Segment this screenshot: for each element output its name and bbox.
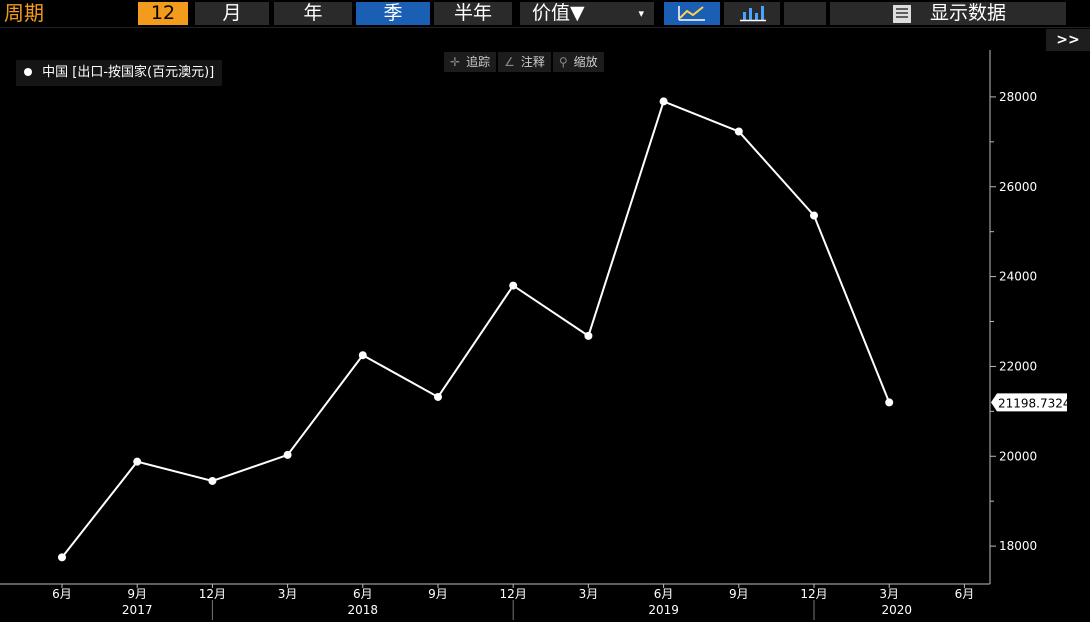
value-dropdown-label: 价值▼ — [532, 2, 585, 24]
expand-button[interactable]: >> — [1046, 29, 1090, 51]
data-point — [584, 331, 593, 340]
show-data-button[interactable]: 显示数据 — [830, 2, 1066, 25]
bar-chart-button[interactable] — [724, 2, 780, 25]
x-tick-label: 12月 — [800, 587, 827, 601]
line-chart-button[interactable] — [664, 2, 720, 25]
period-count-input[interactable]: 12 — [138, 2, 188, 25]
year-label: 2020 — [881, 603, 912, 617]
zoom-tool-label: 缩放 — [573, 55, 598, 69]
line-chart: 18000 20000 22000 24000 26000 28000 6月 9月 12月 3月 6… — [0, 50, 1071, 620]
x-tick-label: 6月 — [654, 587, 674, 601]
chart-tools: ✛ 追踪 ∠ 注释 ⚲ 缩放 — [444, 52, 604, 72]
year-label: 2017 — [122, 603, 153, 617]
data-point — [810, 211, 818, 220]
track-tool-label: 追踪 — [466, 55, 491, 69]
y-tick-label: 22000 — [999, 359, 1037, 373]
value-dropdown[interactable]: 价值▼ ▾ — [520, 2, 654, 25]
x-tick-label: 9月 — [729, 587, 749, 601]
toolbar-blank-button[interactable] — [784, 2, 826, 25]
last-value-tag: 21198.7324 — [991, 393, 1071, 412]
x-tick-label: 3月 — [879, 587, 899, 601]
data-point — [734, 127, 743, 136]
y-tick-label: 24000 — [999, 270, 1037, 284]
zoom-tool-button[interactable]: ⚲ 缩放 — [552, 52, 604, 72]
line-chart-icon — [678, 6, 705, 21]
track-tool-button[interactable]: ✛ 追踪 — [444, 52, 497, 72]
data-point — [283, 450, 292, 459]
document-icon — [892, 4, 911, 23]
y-tick-label: 26000 — [999, 180, 1037, 194]
x-tick-label: 9月 — [428, 587, 448, 601]
x-tick-label: 6月 — [353, 587, 373, 601]
data-point — [434, 392, 442, 401]
annotate-tool-label: 注释 — [520, 55, 545, 69]
data-point — [133, 457, 142, 466]
last-value-label: 21198.7324 — [998, 396, 1071, 410]
y-tick-label: 18000 — [999, 539, 1037, 553]
year-label: 2019 — [648, 603, 679, 617]
toolbar-divider — [0, 27, 1090, 28]
chevron-down-icon: ▾ — [638, 7, 644, 20]
x-tick-label: 9月 — [127, 587, 147, 601]
show-data-label: 显示数据 — [930, 2, 1007, 24]
period-label: 周期 — [4, 1, 44, 25]
bar-chart-icon — [740, 6, 766, 22]
crosshair-icon: ✛ — [450, 55, 461, 69]
pencil-icon: ∠ — [504, 55, 515, 69]
x-tick-label: 12月 — [199, 587, 226, 601]
annotate-tool-button[interactable]: ∠ 注释 — [498, 52, 551, 72]
chart-legend[interactable]: 中国 [出口-按国家(百元澳元)] — [16, 60, 223, 86]
x-tick-label: 6月 — [52, 587, 72, 601]
data-point — [509, 281, 518, 290]
x-tick-label: 3月 — [278, 587, 298, 601]
x-tick-label: 6月 — [955, 587, 975, 601]
series-line — [61, 100, 891, 558]
data-point — [208, 476, 217, 485]
y-tick-label: 20000 — [999, 449, 1037, 463]
x-tick-label: 3月 — [579, 587, 599, 601]
y-tick-label: 28000 — [999, 90, 1037, 104]
last-value-tag-bg — [991, 393, 1067, 412]
data-point — [885, 398, 894, 407]
halfyear-button[interactable]: 半年 — [434, 2, 512, 25]
legend-series-label: 中国 [出口-按国家(百元澳元)] — [42, 65, 215, 80]
data-point — [58, 553, 66, 562]
quarter-button[interactable]: 季 — [356, 2, 430, 25]
data-point — [659, 97, 668, 106]
magnifier-icon: ⚲ — [558, 55, 568, 69]
year-label: 2018 — [348, 603, 379, 617]
legend-dot-icon — [24, 67, 32, 76]
year-button[interactable]: 年 — [274, 2, 352, 25]
data-point — [358, 351, 367, 360]
x-tick-label: 12月 — [500, 587, 527, 601]
toolbar: 周期 12 月 年 季 半年 价值▼ ▾ 显示数据 — [0, 0, 1090, 27]
month-button[interactable]: 月 — [195, 2, 269, 25]
